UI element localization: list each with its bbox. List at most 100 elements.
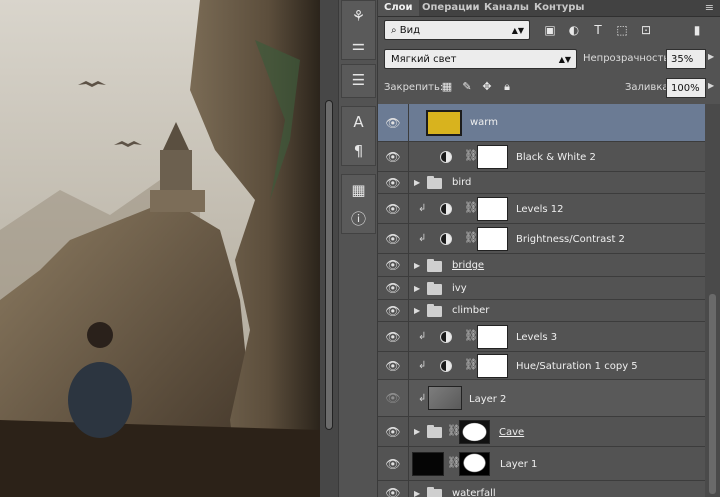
layer-row[interactable]: 👁︎ ▶ bird [378,172,705,194]
eye-icon[interactable]: 👁︎ [378,481,409,497]
layer-name[interactable]: warm [470,117,498,128]
eye-icon[interactable]: 👁︎ [378,417,409,446]
layer-row[interactable]: 👁︎ ↲ ⛓︎ Hue/Saturation 1 copy 5 [378,352,705,380]
character-panel-icon[interactable]: A [342,107,375,136]
layer-name[interactable]: Brightness/Contrast 2 [516,234,625,245]
filter-type-icon[interactable]: T [590,22,606,38]
layers-scrollbar-thumb[interactable] [709,294,716,494]
filter-toggle-icon[interactable]: ▮ [692,22,702,38]
eye-icon[interactable]: 👁︎ [378,224,409,253]
layer-row[interactable]: 👁︎ warm [378,104,705,142]
tool-presets-icon[interactable]: ☰ [342,65,375,94]
link-icon: ⛓︎ [464,231,478,244]
3d-panel-icon[interactable]: ▦ [342,175,375,204]
paragraph-panel-icon[interactable]: ¶ [342,136,375,165]
lock-all-icon[interactable]: 🔒︎ [500,80,514,94]
layer-row[interactable]: 👁︎ ▶ climber [378,300,705,322]
layer-row[interactable]: 👁︎ ↲ ⛓︎ Brightness/Contrast 2 [378,224,705,254]
layer-mask-thumbnail[interactable] [459,452,490,476]
eye-icon[interactable]: 👁︎ [378,104,409,141]
lock-transparent-icon[interactable]: ▦ [440,80,454,94]
layer-mask-thumbnail[interactable] [477,227,508,251]
layer-name[interactable]: Levels 12 [516,204,564,215]
layer-thumbnail[interactable] [428,386,462,410]
layer-thumbnail[interactable] [412,452,444,476]
adjustment-layer-icon [440,360,452,372]
opacity-slider-icon[interactable]: ▶ [708,52,714,61]
eye-icon[interactable]: 👁︎ [378,172,409,193]
fill-slider-icon[interactable]: ▶ [708,81,714,90]
group-mask-thumbnail[interactable] [459,420,490,444]
dock-group-3: A ¶ [341,106,376,166]
eye-icon[interactable]: 👁︎ [378,300,409,321]
layer-thumbnail [426,110,462,136]
canvas-scroll-area[interactable] [320,0,338,497]
panel-tabs: Слои Операции Каналы Контуры ≡ [378,0,720,17]
layer-row[interactable]: 👁︎ ▶ bridge [378,254,705,277]
layer-row[interactable]: 👁︎ ↲ Layer 2 [378,380,705,417]
layer-mask-thumbnail[interactable] [477,197,508,221]
layer-name[interactable]: Layer 1 [500,459,537,470]
document-canvas[interactable] [0,0,320,497]
tab-paths[interactable]: Контуры [528,0,590,16]
brushes-panel-icon[interactable]: ⚘ [342,1,375,30]
layer-name[interactable]: Levels 3 [516,332,557,343]
disclosure-triangle-icon[interactable]: ▶ [414,306,420,315]
filter-pixel-icon[interactable]: ▣ [542,22,558,38]
disclosure-triangle-icon[interactable]: ▶ [414,261,420,270]
tab-actions[interactable]: Операции [416,0,486,16]
layer-mask-thumbnail[interactable] [477,145,508,169]
eye-icon[interactable]: 👁︎ [378,447,409,480]
info-panel-icon[interactable]: ⓘ [342,204,375,233]
eye-icon[interactable]: 👁︎ [378,277,409,299]
layer-name[interactable]: bird [452,177,471,188]
layer-row[interactable]: 👁︎ ▶ waterfall [378,481,705,497]
lock-position-icon[interactable]: ✥ [480,80,494,94]
menu-icon[interactable]: ≡ [705,1,714,14]
layer-row[interactable]: 👁︎ ⛓︎ Black & White 2 [378,142,705,172]
layers-scrollbar-track[interactable] [705,104,720,497]
layer-row[interactable]: 👁︎ ↲ ⛓︎ Levels 12 [378,194,705,224]
link-icon: ⛓︎ [464,358,478,371]
layer-row[interactable]: 👁︎ ▶ ⛓︎ Cave [378,417,705,447]
tab-layers[interactable]: Слои [378,0,419,16]
disclosure-triangle-icon[interactable]: ▶ [414,178,420,187]
layer-name[interactable]: ivy [452,283,467,294]
filter-kind-label: Вид [399,25,421,36]
eye-icon[interactable]: 👁︎ [378,254,409,276]
brush-settings-icon[interactable]: ⚌ [342,30,375,59]
eye-icon[interactable]: 👁︎ [378,322,409,351]
tab-channels[interactable]: Каналы [478,0,535,16]
layer-name[interactable]: Black & White 2 [516,152,596,163]
lock-pixels-icon[interactable]: ✎ [460,80,474,94]
layer-name[interactable]: Layer 2 [469,394,506,405]
eye-icon[interactable]: 👁︎ [378,352,409,379]
filter-kind-select[interactable]: ⌕ Вид ▲▼ [384,20,530,40]
eye-icon[interactable]: 👁︎ [378,194,409,223]
filter-shape-icon[interactable]: ⬚ [614,22,630,38]
layer-row[interactable]: 👁︎ ▶ ivy [378,277,705,300]
layer-mask-thumbnail[interactable] [477,325,508,349]
filter-smart-object-icon[interactable]: ⊡ [638,22,654,38]
layer-row[interactable]: 👁︎ ↲ ⛓︎ Levels 3 [378,322,705,352]
layers-list[interactable]: 👁︎ warm 👁︎ ⛓︎ Black & White 2 👁︎ ▶ bird … [378,104,705,497]
layer-name[interactable]: Hue/Saturation 1 copy 5 [516,361,638,372]
layer-name[interactable]: bridge [452,260,484,271]
link-icon: ⛓︎ [464,329,478,342]
canvas-scrollbar[interactable] [325,100,333,430]
eye-icon[interactable]: 👁︎ [378,380,409,416]
eye-icon[interactable]: 👁︎ [378,142,409,171]
opacity-field[interactable]: 35% [666,49,706,69]
layer-name[interactable]: climber [452,305,489,316]
panel-dock: ⚘ ⚌ ☰ A ¶ ▦ ⓘ [338,0,378,497]
blend-mode-select[interactable]: Мягкий свет ▲▼ [384,49,577,69]
fill-field[interactable]: 100% [666,78,706,98]
layer-name[interactable]: waterfall [452,488,496,497]
layer-name[interactable]: Cave [499,427,524,438]
layer-row[interactable]: 👁︎ ⛓︎ Layer 1 [378,447,705,481]
disclosure-triangle-icon[interactable]: ▶ [414,284,420,293]
layer-mask-thumbnail[interactable] [477,354,508,378]
filter-adjustment-icon[interactable]: ◐ [566,22,582,38]
disclosure-triangle-icon[interactable]: ▶ [414,489,420,497]
disclosure-triangle-icon[interactable]: ▶ [414,427,420,436]
